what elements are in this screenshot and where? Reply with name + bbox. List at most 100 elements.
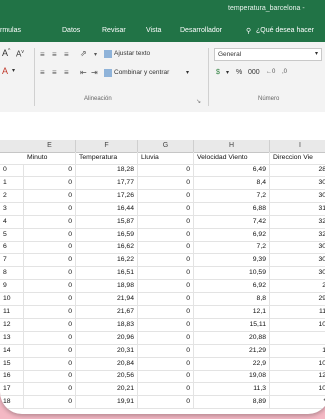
font-shrink-icon[interactable]: Av bbox=[16, 49, 24, 59]
lluvia-cell[interactable]: 0 bbox=[138, 318, 194, 331]
direccion-viento-cell[interactable]: 10 bbox=[270, 319, 325, 331]
direccion-viento-cell[interactable]: 11 bbox=[270, 306, 325, 318]
velocidad-viento-cell[interactable]: 15,11 bbox=[194, 318, 270, 331]
percent-style-icon[interactable]: % bbox=[236, 69, 242, 76]
minuto-cell[interactable]: 0 bbox=[24, 370, 76, 383]
row-minute-cell[interactable]: 10 bbox=[0, 293, 24, 305]
temperatura-cell[interactable]: 15,87 bbox=[76, 215, 138, 228]
lluvia-cell[interactable]: 0 bbox=[138, 331, 194, 344]
row-minute-cell[interactable]: 9 bbox=[0, 280, 24, 293]
velocidad-viento-cell[interactable]: 7,2 bbox=[194, 241, 270, 254]
column-header-e[interactable]: E bbox=[24, 140, 76, 152]
increase-decimal-icon[interactable]: ←0 bbox=[266, 69, 275, 75]
temperatura-cell[interactable]: 16,22 bbox=[76, 254, 138, 267]
minuto-cell[interactable]: 0 bbox=[24, 241, 76, 254]
minuto-cell[interactable]: 0 bbox=[24, 357, 76, 370]
minuto-cell[interactable]: 0 bbox=[24, 305, 76, 318]
temperatura-cell[interactable]: 20,21 bbox=[76, 383, 138, 396]
align-middle-icon[interactable]: ≡ bbox=[52, 50, 57, 59]
lluvia-cell[interactable]: 0 bbox=[138, 267, 194, 280]
tab-developer[interactable]: Desarrollador bbox=[180, 27, 222, 34]
temperatura-cell[interactable]: 16,59 bbox=[76, 228, 138, 241]
align-center-icon[interactable]: ≡ bbox=[52, 68, 57, 77]
velocidad-viento-cell[interactable]: 22,9 bbox=[194, 357, 270, 370]
velocidad-viento-cell[interactable]: 8,4 bbox=[194, 176, 270, 189]
temperatura-cell[interactable]: 18,83 bbox=[76, 318, 138, 331]
temperatura-cell[interactable]: 21,67 bbox=[76, 305, 138, 318]
lluvia-cell[interactable]: 0 bbox=[138, 280, 194, 293]
tab-formulas[interactable]: rmulas bbox=[0, 27, 21, 34]
wrap-text-button[interactable]: Ajustar texto bbox=[114, 50, 150, 57]
lluvia-cell[interactable]: 0 bbox=[138, 383, 194, 396]
direccion-viento-cell[interactable]: 32 bbox=[270, 216, 325, 228]
lluvia-cell[interactable]: 0 bbox=[138, 164, 194, 176]
velocidad-viento-cell[interactable]: 6,88 bbox=[194, 202, 270, 215]
row-minute-cell[interactable]: 4 bbox=[0, 215, 24, 228]
tab-review[interactable]: Revisar bbox=[102, 27, 126, 34]
velocidad-viento-cell[interactable]: 7,2 bbox=[194, 189, 270, 202]
header-cell-minuto[interactable]: Minuto bbox=[24, 152, 76, 164]
decrease-decimal-icon[interactable]: ,0 bbox=[282, 69, 287, 75]
header-cell-lluvia[interactable]: Lluvia bbox=[138, 152, 194, 164]
lluvia-cell[interactable]: 0 bbox=[138, 215, 194, 228]
accounting-format-icon[interactable]: $ bbox=[216, 69, 220, 76]
direccion-viento-cell[interactable]: 32 bbox=[270, 229, 325, 241]
direccion-viento-cell[interactable]: 10 bbox=[270, 358, 325, 370]
temperatura-cell[interactable]: 21,94 bbox=[76, 293, 138, 305]
orientation-icon[interactable]: ⇗ bbox=[80, 49, 87, 58]
dialog-launcher-icon[interactable]: ↘ bbox=[196, 98, 201, 105]
lluvia-cell[interactable]: 0 bbox=[138, 305, 194, 318]
velocidad-viento-cell[interactable]: 10,59 bbox=[194, 267, 270, 280]
align-right-icon[interactable]: ≡ bbox=[64, 68, 69, 77]
minuto-cell[interactable]: 0 bbox=[24, 164, 76, 176]
row-minute-cell[interactable]: 3 bbox=[0, 202, 24, 215]
tab-view[interactable]: Vista bbox=[146, 27, 161, 34]
column-header-g[interactable]: G bbox=[138, 140, 194, 152]
lluvia-cell[interactable]: 0 bbox=[138, 370, 194, 383]
velocidad-viento-cell[interactable]: 7,42 bbox=[194, 215, 270, 228]
minuto-cell[interactable]: 0 bbox=[24, 189, 76, 202]
minuto-cell[interactable]: 0 bbox=[24, 293, 76, 305]
temperatura-cell[interactable]: 17,26 bbox=[76, 189, 138, 202]
direccion-viento-cell[interactable]: 2 bbox=[270, 280, 325, 292]
velocidad-viento-cell[interactable]: 8,8 bbox=[194, 293, 270, 305]
row-minute-cell[interactable]: 17 bbox=[0, 383, 24, 396]
lluvia-cell[interactable]: 0 bbox=[138, 176, 194, 189]
temperatura-cell[interactable]: 19,91 bbox=[76, 396, 138, 409]
lluvia-cell[interactable]: 0 bbox=[138, 396, 194, 409]
velocidad-viento-cell[interactable]: 21,29 bbox=[194, 344, 270, 357]
temperatura-cell[interactable]: 20,96 bbox=[76, 331, 138, 344]
direccion-viento-cell[interactable]: * bbox=[270, 396, 325, 408]
chevron-down-icon[interactable]: ▾ bbox=[186, 69, 189, 76]
direccion-viento-cell[interactable]: 29 bbox=[270, 293, 325, 305]
row-minute-cell[interactable]: 2 bbox=[0, 189, 24, 202]
lluvia-cell[interactable]: 0 bbox=[138, 344, 194, 357]
lluvia-cell[interactable]: 0 bbox=[138, 189, 194, 202]
lluvia-cell[interactable]: 0 bbox=[138, 228, 194, 241]
temperatura-cell[interactable]: 20,84 bbox=[76, 357, 138, 370]
direccion-viento-cell[interactable]: 28 bbox=[270, 164, 325, 176]
velocidad-viento-cell[interactable]: 12,1 bbox=[194, 305, 270, 318]
column-header-h[interactable]: H bbox=[194, 140, 270, 152]
lluvia-cell[interactable]: 0 bbox=[138, 202, 194, 215]
lluvia-cell[interactable]: 0 bbox=[138, 241, 194, 254]
direccion-viento-cell[interactable]: 30 bbox=[270, 254, 325, 266]
minuto-cell[interactable]: 0 bbox=[24, 202, 76, 215]
minuto-cell[interactable]: 0 bbox=[24, 331, 76, 344]
minuto-cell[interactable]: 0 bbox=[24, 254, 76, 267]
direccion-viento-cell[interactable] bbox=[270, 332, 325, 344]
font-grow-icon[interactable]: A^ bbox=[2, 48, 10, 58]
temperatura-cell[interactable]: 18,98 bbox=[76, 280, 138, 293]
velocidad-viento-cell[interactable]: 9,39 bbox=[194, 254, 270, 267]
lluvia-cell[interactable]: 0 bbox=[138, 254, 194, 267]
header-cell-direccion-viento[interactable]: Direccion Vie bbox=[270, 152, 325, 164]
minuto-cell[interactable]: 0 bbox=[24, 267, 76, 280]
minuto-cell[interactable]: 0 bbox=[24, 228, 76, 241]
align-bottom-icon[interactable]: ≡ bbox=[64, 50, 69, 59]
merge-center-button[interactable]: Combinar y centrar bbox=[114, 69, 169, 76]
lluvia-cell[interactable]: 0 bbox=[138, 293, 194, 305]
direccion-viento-cell[interactable]: 30 bbox=[270, 190, 325, 202]
temperatura-cell[interactable]: 16,44 bbox=[76, 202, 138, 215]
column-header-i[interactable]: I bbox=[270, 140, 325, 152]
row-minute-cell[interactable]: 1 bbox=[0, 176, 24, 189]
